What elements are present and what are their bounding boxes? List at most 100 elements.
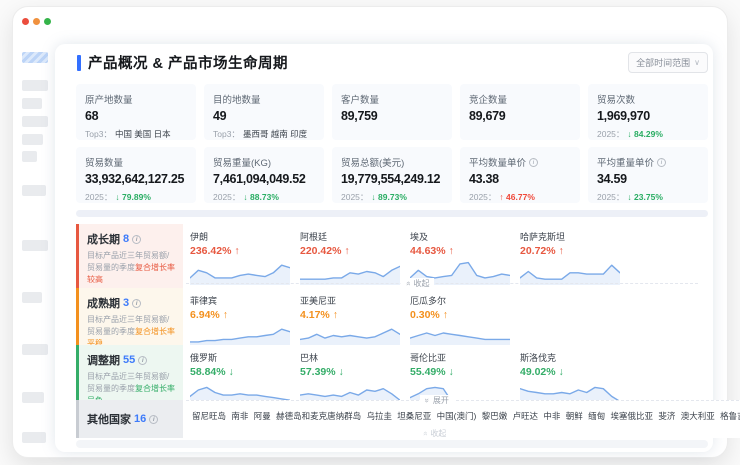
stat-card-avg-weight-price: 平均重量单价i 34.59 2025：↓ 23.75% [588, 147, 708, 203]
country-growth: 236.42% ↑ [190, 245, 294, 257]
stage-label-adjust: 调整期55i 目标产品近三年贸易额/贸易量的季度复合增长率呈负 [76, 345, 183, 400]
trend-value: ↓ 89.73% [371, 192, 406, 202]
arrow-down-icon: ↓ [229, 366, 234, 378]
stat-card-trade-weight: 贸易重量(KG) 7,461,094,049.52 2025：↓ 88.73% [204, 147, 324, 203]
stage-title: 调整期 [87, 352, 120, 368]
info-icon[interactable]: i [149, 415, 158, 424]
country-growth: 55.49% ↓ [410, 366, 514, 378]
expand-divider: »展开 [186, 400, 740, 401]
double-chevron-up-icon: » [404, 281, 413, 285]
stage-row-other: 其他国家16i »展开 留尼旺岛 南非 阿曼 赫德岛和麦克唐纳群岛 乌拉圭 坦桑… [76, 400, 708, 438]
country-cell[interactable]: 厄瓜多尔 0.30% ↑ [408, 288, 518, 345]
double-chevron-down-icon: » [423, 398, 432, 402]
page-title: 产品概况 & 产品市场生命周期 [88, 52, 288, 73]
sidebar-item[interactable] [22, 134, 43, 145]
country-name: 伊朗 [190, 230, 294, 243]
sidebar-item[interactable] [22, 432, 46, 443]
stat-value: 1,969,970 [597, 109, 699, 123]
stat-card-avg-quantity-price: 平均数量单价i 43.38 2025：↑ 46.77% [460, 147, 580, 203]
arrow-down-icon: ↓ [627, 129, 631, 139]
minimize-window-icon[interactable] [33, 18, 40, 25]
info-icon[interactable]: i [657, 158, 666, 167]
stat-value: 33,932,642,127.25 [85, 172, 187, 186]
country-cell[interactable]: 哈萨克斯坦 20.72% ↑ [518, 224, 628, 288]
stage-label-mature: 成熟期3i 目标产品近三年贸易额/贸易量的季度复合增长率平稳 [76, 288, 183, 345]
stat-sub-prefix: Top3： [213, 129, 240, 139]
stat-sub-prefix: 2025： [341, 192, 368, 202]
sidebar-item[interactable] [22, 185, 46, 196]
arrow-down-icon: ↓ [243, 192, 247, 202]
country-name: 斯洛伐克 [520, 351, 624, 364]
stat-sub-prefix: 2025： [597, 192, 624, 202]
stage-row-growth: 成长期8i 目标产品近三年贸易额/贸易量的季度复合增长率较高 伊朗 236.42… [76, 224, 708, 288]
maximize-window-icon[interactable] [44, 18, 51, 25]
info-icon[interactable]: i [132, 235, 141, 244]
country-cell[interactable]: 巴林 57.39% ↓ [298, 345, 408, 400]
arrow-up-icon: ↑ [234, 245, 239, 257]
stat-card-destination-count: 目的地数量 49 Top3：墨西哥 越南 印度 [204, 84, 324, 140]
expand-button[interactable]: »展开 [420, 395, 453, 406]
country-cell[interactable]: 俄罗斯 58.84% ↓ [188, 345, 298, 400]
stage-count: 3 [123, 297, 129, 309]
country-cell[interactable]: 哥伦比亚 55.49% ↓ [408, 345, 518, 400]
close-window-icon[interactable] [22, 18, 29, 25]
trend-value: ↓ 79.89% [115, 192, 150, 202]
collapse-button[interactable]: »收起 [423, 428, 446, 439]
sidebar-item-active[interactable] [22, 52, 48, 63]
sidebar-item[interactable] [22, 292, 42, 303]
country-name: 俄罗斯 [190, 351, 294, 364]
stat-sub-prefix: 2025： [213, 192, 240, 202]
arrow-down-icon: ↓ [339, 366, 344, 378]
country-cell[interactable]: 伊朗 236.42% ↑ [188, 224, 298, 288]
sidebar-item[interactable] [22, 80, 48, 91]
stat-card-trade-quantity: 贸易数量 33,932,642,127.25 2025：↓ 79.89% [76, 147, 196, 203]
arrow-down-icon: ↓ [559, 366, 564, 378]
stat-card-customer-count: 客户数量 89,759 [332, 84, 452, 140]
time-range-label: 全部时间范围 [636, 56, 690, 69]
stat-value: 89,759 [341, 109, 443, 123]
chevron-down-icon: ∨ [694, 58, 700, 67]
stage-label-other: 其他国家16i [76, 400, 183, 438]
country-cell[interactable]: 斯洛伐克 49.02% ↓ [518, 345, 628, 400]
sidebar-item[interactable] [22, 240, 48, 251]
arrow-down-icon: ↓ [449, 366, 454, 378]
arrow-down-icon: ↓ [115, 192, 119, 202]
sidebar-item[interactable] [22, 116, 48, 127]
info-icon[interactable]: i [529, 158, 538, 167]
arrow-up-icon: ↑ [344, 245, 349, 257]
sidebar-item[interactable] [22, 151, 37, 162]
stage-row-mature: 成熟期3i 目标产品近三年贸易额/贸易量的季度复合增长率平稳 菲律宾 6.94%… [76, 288, 708, 345]
info-icon[interactable]: i [132, 299, 141, 308]
section-header: 产品概况 & 产品市场生命周期 [77, 52, 288, 73]
stat-sub-text: 中国 美国 日本 [115, 129, 171, 139]
section-divider [76, 210, 708, 217]
info-icon[interactable]: i [138, 356, 147, 365]
time-range-dropdown[interactable]: 全部时间范围 ∨ [628, 52, 708, 73]
arrow-down-icon: ↓ [627, 192, 631, 202]
sparkline-chart [190, 259, 290, 285]
stat-label: 平均数量单价 [469, 155, 526, 169]
sparkline-chart [520, 259, 620, 285]
stat-card-competitor-count: 竞企数量 89,679 [460, 84, 580, 140]
stat-value: 19,779,554,249.12 [341, 172, 443, 186]
country-name: 哥伦比亚 [410, 351, 514, 364]
country-growth: 6.94% ↑ [190, 309, 294, 321]
stage-count: 16 [134, 413, 146, 425]
stat-card-origin-count: 原产地数量 68 Top3：中国 美国 日本 [76, 84, 196, 140]
country-name: 厄瓜多尔 [410, 294, 514, 307]
stats-grid: 原产地数量 68 Top3：中国 美国 日本 目的地数量 49 Top3：墨西哥… [76, 84, 708, 203]
country-cell[interactable]: 阿根廷 220.42% ↑ [298, 224, 408, 288]
country-cell[interactable]: 亚美尼亚 4.17% ↑ [298, 288, 408, 345]
stat-label: 客户数量 [341, 92, 379, 106]
sidebar-item[interactable] [22, 392, 44, 403]
arrow-up-icon: ↑ [449, 245, 454, 257]
window-controls [22, 18, 51, 25]
sidebar-item[interactable] [22, 98, 42, 109]
country-name: 埃及 [410, 230, 514, 243]
stat-sub-prefix: 2025： [597, 129, 624, 139]
sidebar-item[interactable] [22, 344, 48, 355]
country-growth: 58.84% ↓ [190, 366, 294, 378]
stat-sub-text: 墨西哥 越南 印度 [243, 129, 307, 139]
country-cell[interactable]: 菲律宾 6.94% ↑ [188, 288, 298, 345]
trend-value: ↓ 84.29% [627, 129, 662, 139]
